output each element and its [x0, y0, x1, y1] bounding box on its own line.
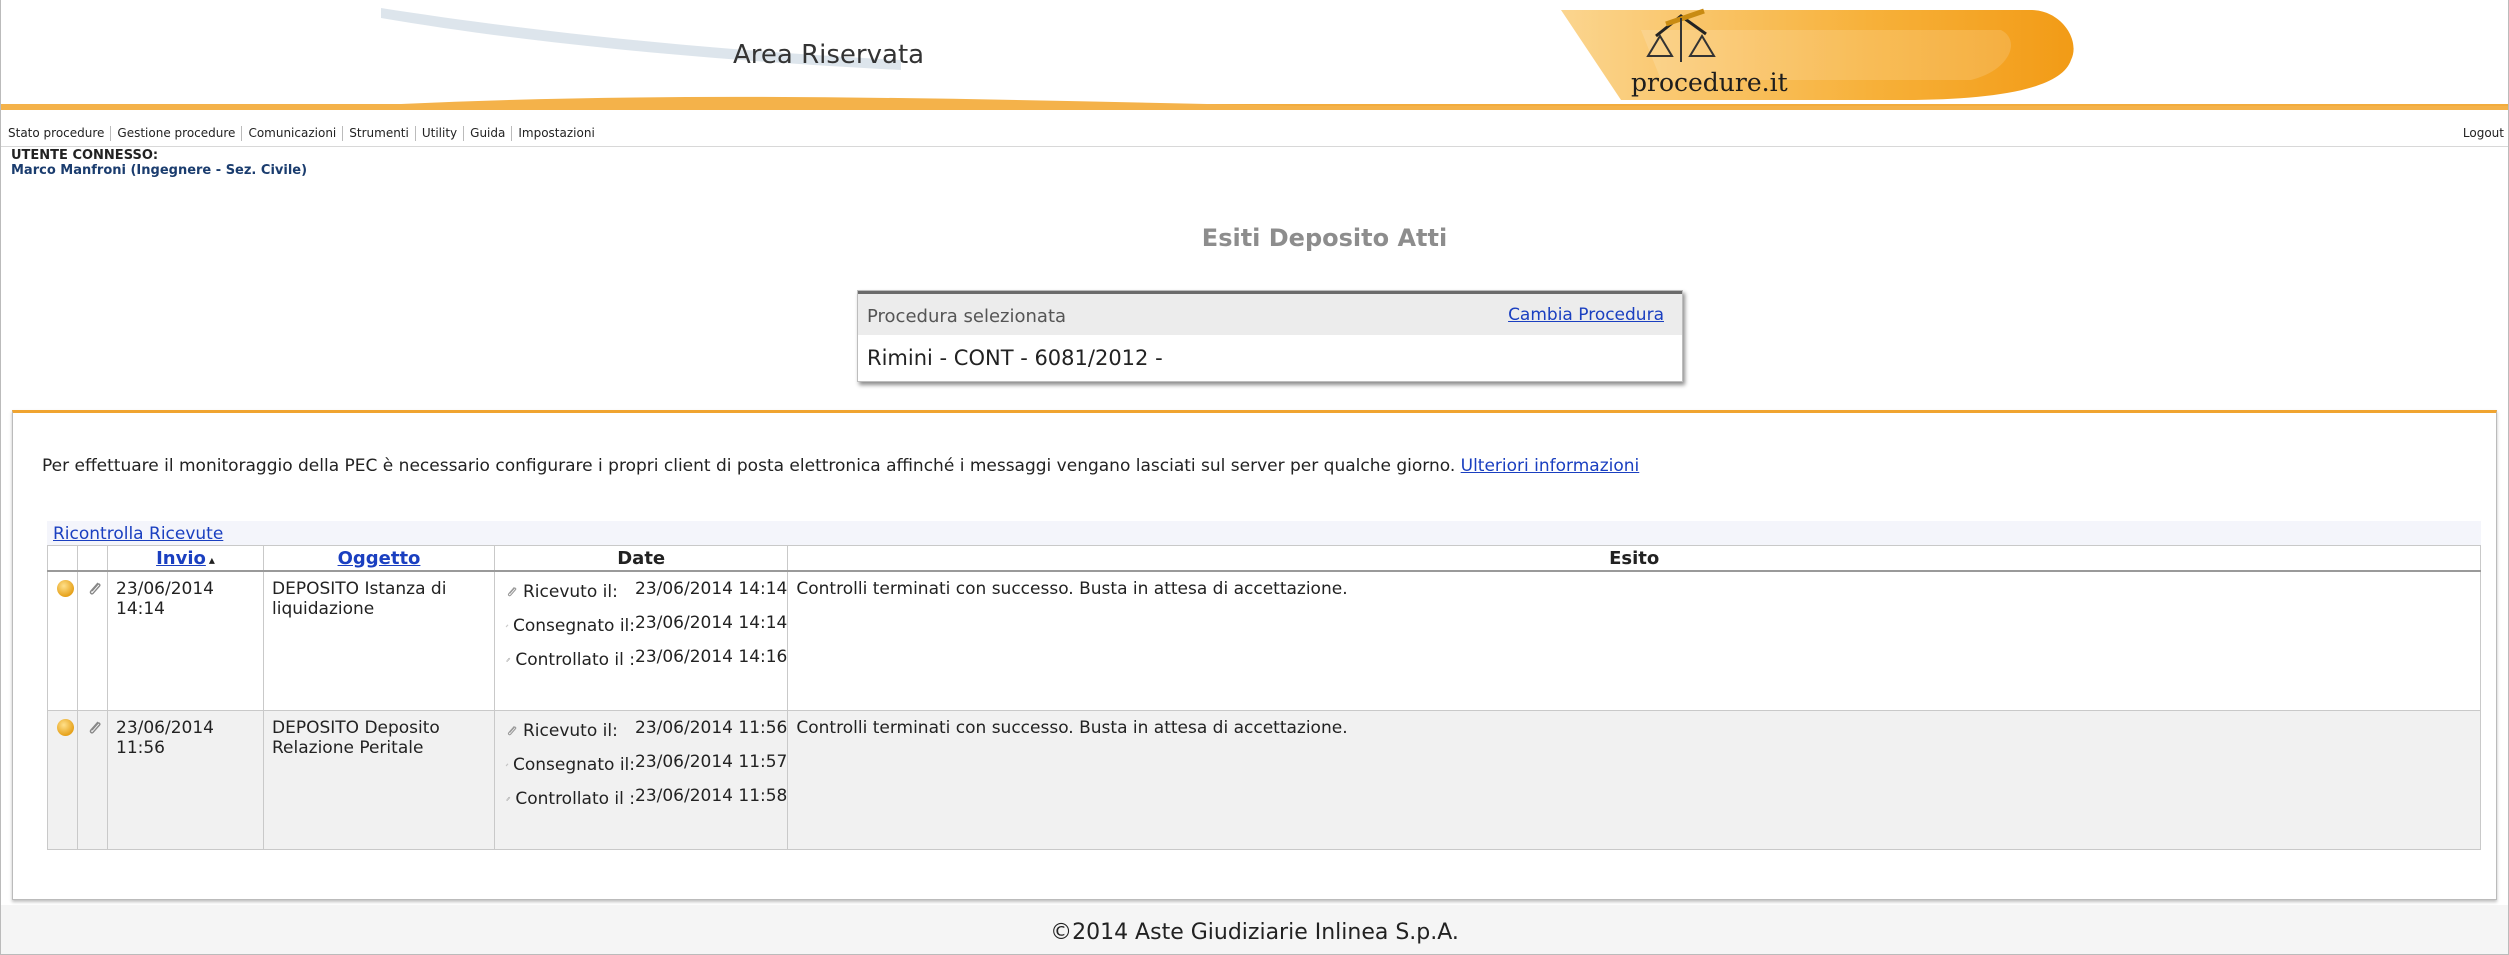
pec-info-note: Per effettuare il monitoraggio della PEC…	[42, 456, 1639, 476]
connected-user-name: Marco Manfroni (Ingegnere - Sez. Civile)	[11, 163, 308, 178]
date-line: Controllato il : 23/06/2014 11:58	[495, 779, 787, 813]
esito-cell: Controlli terminati con successo. Busta …	[787, 570, 2481, 711]
logo-text: procedure.it	[1631, 68, 1788, 97]
header-esito: Esito	[787, 545, 2481, 572]
header-banner: Area Riservata procedure.it	[1, 0, 2508, 112]
paperclip-icon	[505, 763, 509, 767]
paperclip-icon	[505, 624, 509, 628]
footer-copyright: ©2014 Aste Giudiziarie Inlinea S.p.A.	[1050, 920, 1459, 945]
menu-item-stato-procedure[interactable]: Stato procedure	[4, 126, 112, 141]
ricontrolla-bar	[47, 521, 2481, 545]
paperclip-icon	[506, 657, 511, 662]
sort-ascending-icon: ▴	[208, 552, 215, 567]
date-value: 23/06/2014 11:57	[635, 752, 788, 772]
attachment-cell	[77, 710, 108, 850]
esito-value: Controlli terminati con successo. Busta …	[796, 718, 1348, 738]
sort-oggetto-link[interactable]: Oggetto	[338, 548, 421, 569]
pec-info-text: Per effettuare il monitoraggio della PEC…	[42, 456, 1456, 476]
selected-procedure-label: Procedura selezionata	[867, 306, 1067, 327]
header-status	[47, 545, 78, 572]
oggetto-cell: DEPOSITO Deposito Relazione Peritale	[263, 710, 495, 850]
invio-value: 23/06/2014 14:14	[116, 579, 214, 619]
menu-item-gestione-procedure[interactable]: Gestione procedure	[111, 126, 243, 141]
date-label-wrap: Controllato il :	[495, 779, 635, 809]
recheck-receipts-link[interactable]: Ricontrolla Ricevute	[53, 524, 223, 544]
paperclip-icon[interactable]	[86, 580, 104, 598]
connected-user-label: UTENTE CONNESSO:	[11, 148, 159, 163]
change-procedure-link[interactable]: Cambia Procedura	[1508, 305, 1664, 325]
menu-item-impostazioni[interactable]: Impostazioni	[512, 126, 600, 141]
date-line: Ricevuto il: 23/06/2014 11:56	[495, 711, 787, 745]
date-value: 23/06/2014 14:14	[635, 579, 788, 599]
paperclip-icon[interactable]	[86, 719, 104, 737]
header-oggetto: Oggetto	[263, 545, 495, 572]
menu-item-guida[interactable]: Guida	[464, 126, 513, 141]
date-label: Ricevuto il:	[523, 721, 618, 741]
date-value: 23/06/2014 11:58	[635, 786, 788, 806]
date-label-wrap: Consegnato il:	[495, 745, 635, 775]
esito-value: Controlli terminati con successo. Busta …	[796, 579, 1348, 599]
sort-invio-link[interactable]: Invio	[156, 548, 206, 569]
more-info-link[interactable]: Ulteriori informazioni	[1461, 456, 1640, 476]
date-label-wrap: Controllato il :	[495, 640, 635, 670]
table-header-row: Invio ▴ Oggetto Date Esito	[47, 545, 2481, 572]
date-value: 23/06/2014 14:14	[635, 613, 788, 633]
date-value: 23/06/2014 11:56	[635, 718, 788, 738]
paperclip-icon	[506, 796, 511, 801]
header-attachment	[77, 545, 108, 572]
date-label-wrap: Ricevuto il:	[495, 711, 635, 741]
attachment-cell	[77, 570, 108, 711]
selected-procedure-header: Procedura selezionata Cambia Procedura	[858, 291, 1682, 335]
main-menu: Stato procedure Gestione procedure Comun…	[4, 126, 601, 141]
esito-cell: Controlli terminati con successo. Busta …	[787, 710, 2481, 850]
menu-item-comunicazioni[interactable]: Comunicazioni	[242, 126, 344, 141]
date-cell: Ricevuto il: 23/06/2014 14:14 Consegnato…	[493, 570, 789, 711]
date-label: Ricevuto il:	[523, 582, 618, 602]
menu-item-utility[interactable]: Utility	[416, 126, 465, 141]
invio-cell: 23/06/2014 14:14	[107, 570, 264, 711]
table-row[interactable]: 23/06/2014 14:14 DEPOSITO Istanza di liq…	[47, 570, 2481, 711]
date-label: Controllato il :	[515, 789, 635, 809]
date-line: Controllato il : 23/06/2014 14:16	[495, 640, 787, 674]
selected-procedure-box: Procedura selezionata Cambia Procedura R…	[857, 290, 1683, 382]
table-row[interactable]: 23/06/2014 11:56 DEPOSITO Deposito Relaz…	[47, 710, 2481, 850]
menu-bar: Stato procedure Gestione procedure Comun…	[1, 122, 2508, 147]
area-title: Area Riservata	[733, 40, 925, 70]
header-swoosh-graphic	[1, 8, 2508, 110]
page-title: Esiti Deposito Atti	[1201, 224, 1448, 252]
date-line: Consegnato il: 23/06/2014 14:14	[495, 606, 787, 640]
invio-cell: 23/06/2014 11:56	[107, 710, 264, 850]
date-cell: Ricevuto il: 23/06/2014 11:56 Consegnato…	[493, 710, 789, 850]
oggetto-cell: DEPOSITO Istanza di liquidazione	[263, 570, 495, 711]
paperclip-icon	[507, 586, 517, 597]
header-date: Date	[493, 545, 789, 572]
status-cell	[47, 710, 78, 850]
status-cell	[47, 570, 78, 711]
status-dot-icon	[57, 580, 74, 597]
oggetto-value: DEPOSITO Deposito Relazione Peritale	[272, 718, 440, 758]
header-invio: Invio ▴	[107, 545, 264, 572]
date-line: Ricevuto il: 23/06/2014 14:14	[495, 572, 787, 606]
date-label-wrap: Ricevuto il:	[495, 572, 635, 602]
date-value: 23/06/2014 14:16	[635, 647, 788, 667]
oggetto-value: DEPOSITO Istanza di liquidazione	[272, 579, 447, 619]
logout-link[interactable]: Logout	[2463, 126, 2504, 140]
invio-value: 23/06/2014 11:56	[116, 718, 214, 758]
date-label: Controllato il :	[515, 650, 635, 670]
menu-item-strumenti[interactable]: Strumenti	[343, 126, 416, 141]
esiti-table: Invio ▴ Oggetto Date Esito 23/06/2014 14:…	[47, 545, 2481, 850]
date-line: Consegnato il: 23/06/2014 11:57	[495, 745, 787, 779]
date-label: Consegnato il:	[513, 755, 635, 775]
status-dot-icon	[57, 719, 74, 736]
paperclip-icon	[507, 725, 517, 736]
date-label: Consegnato il:	[513, 616, 635, 636]
selected-procedure-value: Rimini - CONT - 6081/2012 -	[867, 346, 1163, 370]
date-label-wrap: Consegnato il:	[495, 606, 635, 636]
